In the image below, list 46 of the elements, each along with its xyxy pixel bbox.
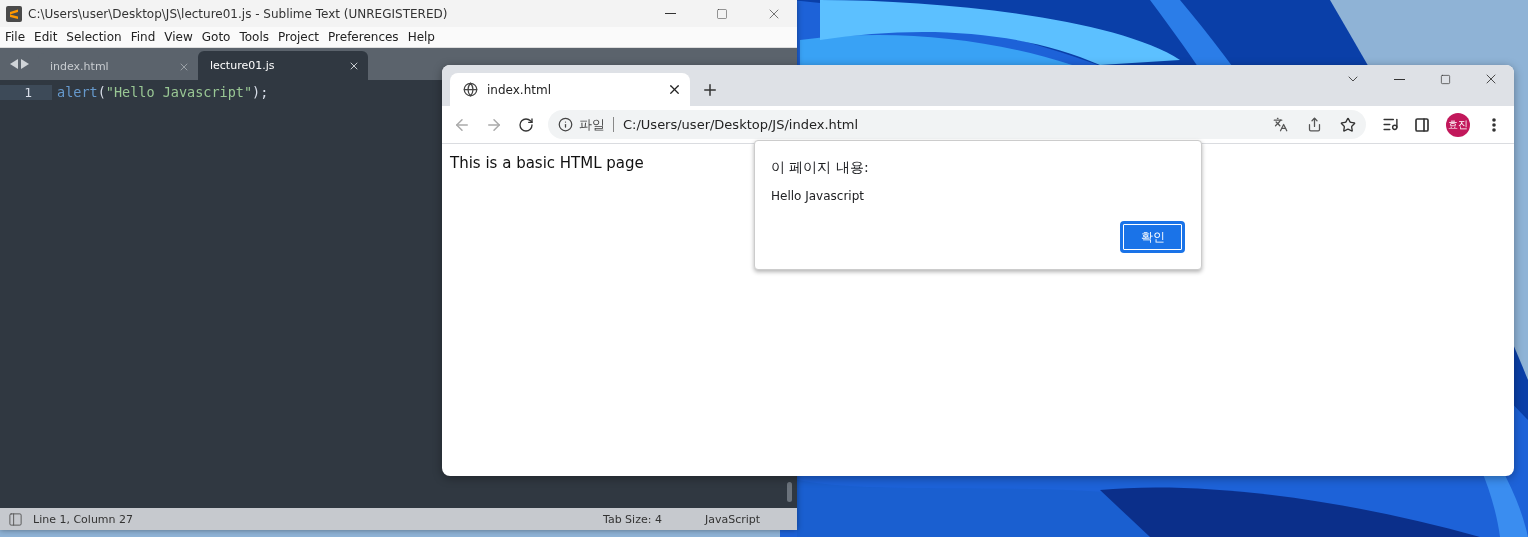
playlist-icon <box>1381 116 1399 133</box>
scrollbar[interactable] <box>787 482 792 502</box>
maximize-icon <box>716 7 728 20</box>
side-panel-icon <box>1414 116 1430 133</box>
menu-item[interactable]: Project <box>277 30 326 44</box>
more-icon <box>1492 117 1496 132</box>
info-icon[interactable] <box>558 117 573 132</box>
close-icon[interactable] <box>667 82 682 97</box>
tab-size[interactable]: Tab Size: 4 <box>603 512 705 526</box>
address-bar[interactable]: 파일 C:/Users/user/Desktop/JS/index.html <box>548 110 1366 139</box>
menu-item[interactable]: Find <box>129 30 162 44</box>
dialog-title: 이 페이지 내용: <box>771 159 870 177</box>
line-number: 1 <box>0 84 52 100</box>
star-icon <box>1340 116 1356 133</box>
reload-icon <box>518 116 534 133</box>
menu-item[interactable]: Tools <box>238 30 275 44</box>
ok-button[interactable]: 확인 <box>1120 221 1185 253</box>
browser-tab[interactable]: index.html <box>450 73 690 106</box>
plus-icon <box>701 81 719 99</box>
menu-item[interactable]: Help <box>406 30 441 44</box>
cursor-position: Line 1, Column 27 <box>33 512 135 526</box>
dialog-message: Hello Javascript <box>771 189 866 203</box>
menu-item[interactable]: File <box>4 30 32 44</box>
minimize-icon <box>664 13 676 14</box>
maximize-icon <box>1439 73 1451 85</box>
menu-item[interactable]: Selection <box>65 30 128 44</box>
menu-item[interactable]: View <box>163 30 199 44</box>
editor-tab[interactable]: lecture01.js <box>198 51 368 80</box>
code-line: alert("Hello Javascript"); <box>57 84 269 100</box>
page-text: This is a basic HTML page <box>450 154 644 172</box>
share-icon <box>1306 117 1322 132</box>
forward-arrow-icon[interactable] <box>20 59 29 69</box>
syntax-label[interactable]: JavaScript <box>705 512 761 526</box>
app-icon <box>6 5 22 22</box>
menu-item[interactable]: Preferences <box>327 30 405 44</box>
sidebar-toggle-icon[interactable] <box>8 511 23 527</box>
back-arrow-icon[interactable] <box>9 59 18 69</box>
minimize-icon <box>1393 78 1405 80</box>
menu-item[interactable]: Edit <box>33 30 64 44</box>
menu-item[interactable]: Goto <box>200 30 237 44</box>
translate-icon <box>1272 117 1288 132</box>
window-title: C:\Users\user\Desktop\JS\lecture01.js - Sublime Text (UNREGISTERED) <box>28 6 449 21</box>
scheme-label: 파일 <box>579 117 614 132</box>
url-text: C:/Users/user/Desktop/JS/index.html <box>623 117 860 132</box>
globe-icon <box>463 82 478 97</box>
profile-avatar[interactable]: 효진 <box>1446 112 1470 137</box>
